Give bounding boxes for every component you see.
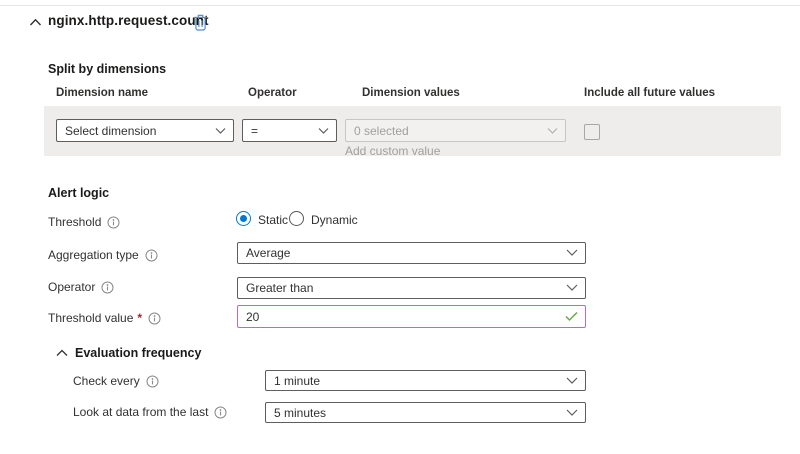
column-header-dimension-values: Dimension values <box>362 87 460 99</box>
lookback-label: Look at data from the last <box>73 405 208 419</box>
check-every-dropdown[interactable]: 1 minute <box>265 370 586 391</box>
include-future-values-checkbox[interactable] <box>584 124 600 140</box>
dimension-name-dropdown[interactable]: Select dimension <box>56 119 234 142</box>
threshold-static-radio[interactable] <box>236 211 251 226</box>
threshold-dynamic-radio[interactable] <box>289 211 304 226</box>
chevron-down-icon <box>318 127 329 134</box>
info-icon[interactable] <box>101 281 114 294</box>
info-icon[interactable] <box>146 375 159 388</box>
operator-dropdown[interactable]: Greater than <box>237 277 586 299</box>
dimension-operator-dropdown[interactable]: = <box>242 119 337 142</box>
column-header-dimension-name: Dimension name <box>56 87 148 99</box>
threshold-dynamic-label[interactable]: Dynamic <box>311 213 358 227</box>
add-custom-value-link: Add custom value <box>345 144 440 158</box>
operator-dropdown-value: Greater than <box>246 281 313 295</box>
chevron-down-icon <box>566 249 578 257</box>
evaluation-frequency-chevron-icon[interactable] <box>56 349 68 357</box>
lookback-dropdown[interactable]: 5 minutes <box>265 402 586 423</box>
aggregation-type-dropdown[interactable]: Average <box>237 242 586 264</box>
dimension-name-dropdown-value: Select dimension <box>65 124 156 138</box>
evaluation-frequency-heading: Evaluation frequency <box>75 346 201 360</box>
aggregation-type-dropdown-value: Average <box>246 246 290 260</box>
chevron-down-icon <box>566 377 578 385</box>
alert-logic-heading: Alert logic <box>48 186 109 200</box>
required-marker: * <box>137 311 142 325</box>
aggregation-type-label: Aggregation type <box>48 248 139 262</box>
column-header-future-values: Include all future values <box>584 87 715 99</box>
dimension-values-dropdown: 0 selected <box>345 119 566 142</box>
threshold-value-label: Threshold value <box>48 311 133 325</box>
threshold-value-input[interactable] <box>237 305 586 328</box>
dimension-operator-dropdown-value: = <box>251 124 258 138</box>
dimension-values-dropdown-value: 0 selected <box>354 124 409 138</box>
info-icon[interactable] <box>214 406 227 419</box>
chevron-down-icon <box>547 127 558 134</box>
check-every-dropdown-value: 1 minute <box>274 374 320 388</box>
valid-checkmark-icon <box>565 311 578 322</box>
chevron-down-icon <box>566 409 578 417</box>
info-icon[interactable] <box>107 216 120 229</box>
check-every-label: Check every <box>73 374 140 388</box>
top-divider <box>0 5 800 6</box>
threshold-label: Threshold <box>48 215 101 229</box>
operator-label: Operator <box>48 280 95 294</box>
metric-alert-condition-panel: { "header": { "title": "nginx.http.reque… <box>0 0 800 454</box>
column-header-operator: Operator <box>248 87 297 99</box>
delete-condition-icon[interactable] <box>193 14 208 31</box>
info-icon[interactable] <box>145 249 158 262</box>
lookback-dropdown-value: 5 minutes <box>274 406 326 420</box>
condition-title: nginx.http.request.count <box>48 13 209 28</box>
chevron-down-icon <box>566 284 578 292</box>
info-icon[interactable] <box>148 312 161 325</box>
split-by-dimensions-heading: Split by dimensions <box>48 62 166 76</box>
chevron-down-icon <box>215 127 226 134</box>
threshold-static-label[interactable]: Static <box>258 213 288 227</box>
collapse-chevron-icon[interactable] <box>29 18 42 27</box>
